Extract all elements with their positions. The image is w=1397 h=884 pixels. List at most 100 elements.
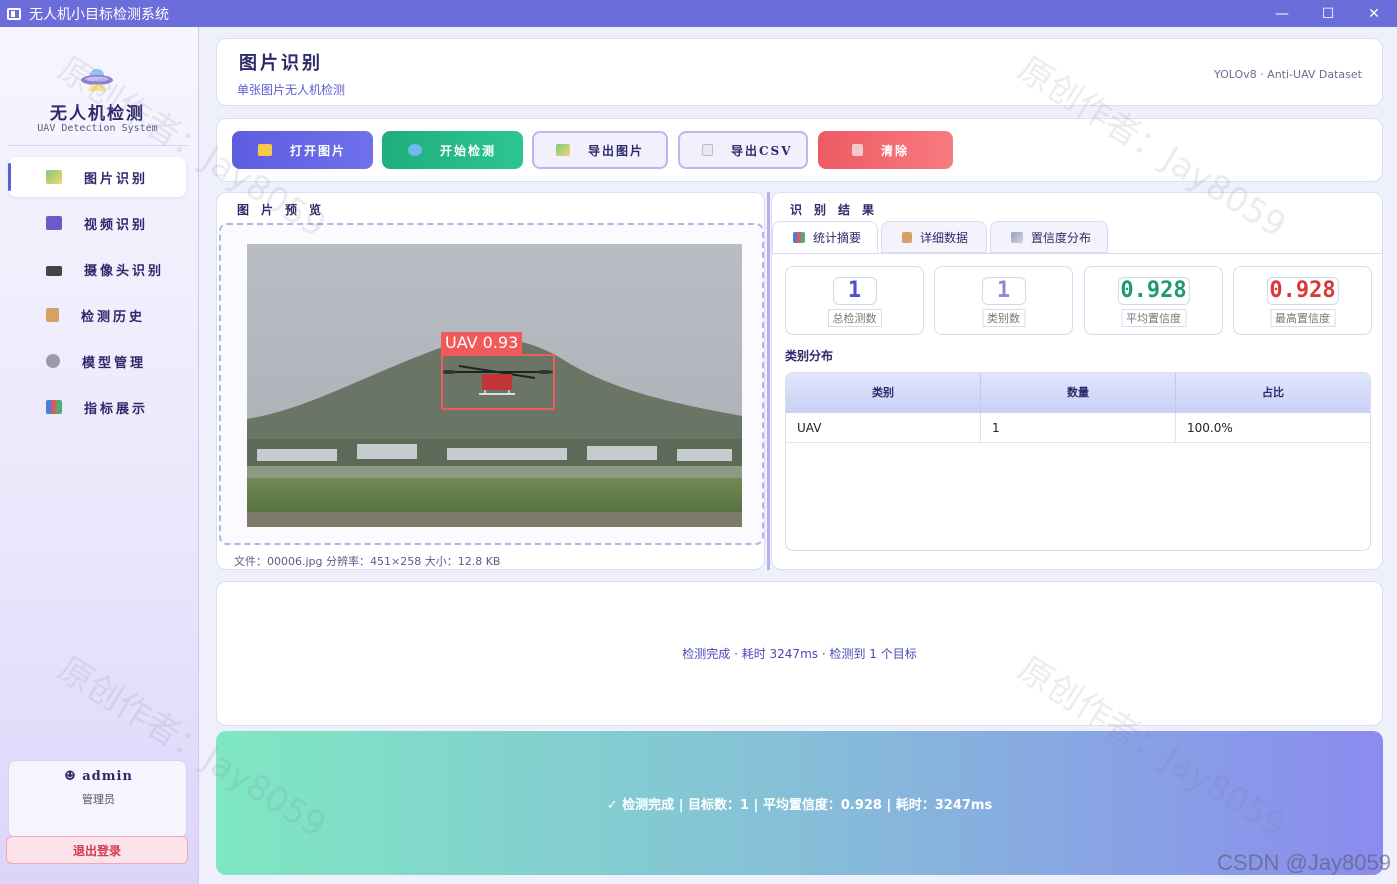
document-icon xyxy=(702,144,713,156)
logout-button[interactable]: 退出登录 xyxy=(6,836,188,864)
tab-summary[interactable]: 统计摘要 xyxy=(772,221,878,253)
stat-value: 1 xyxy=(981,277,1026,305)
magnifier-icon xyxy=(408,144,422,156)
close-button[interactable]: ✕ xyxy=(1351,0,1397,27)
ufo-icon xyxy=(81,69,113,91)
column-header-ratio[interactable]: 占比 xyxy=(1176,373,1370,413)
sidebar-item-label: 检测历史 xyxy=(81,309,146,325)
bar-chart-icon xyxy=(793,231,805,243)
folder-icon xyxy=(258,144,272,156)
window-title: 无人机小目标检测系统 xyxy=(29,6,169,23)
tab-label: 详细数据 xyxy=(920,230,969,245)
app-icon xyxy=(7,7,21,20)
tab-confidence-distribution[interactable]: 置信度分布 xyxy=(990,221,1108,253)
sidebar-item-video-recognition[interactable]: 视频识别 xyxy=(8,203,186,243)
sidebar-item-metrics[interactable]: 指标展示 xyxy=(8,387,186,427)
stat-label: 最高置信度 xyxy=(1270,309,1335,327)
sidebar-item-label: 摄像头识别 xyxy=(84,263,165,279)
title-bar: 无人机小目标检测系统 — ☐ ✕ xyxy=(0,0,1397,27)
sidebar-item-detection-history[interactable]: 检测历史 xyxy=(8,295,186,335)
trash-icon xyxy=(852,144,863,156)
page-header: 图片识别 单张图片无人机检测 YOLOv8 · Anti-UAV Dataset xyxy=(216,38,1383,106)
tab-divider xyxy=(772,253,1382,254)
image-preview-panel: 图片预览 UAV 0.93 文件：00006.jpg 分辨率：451×258 大… xyxy=(216,192,765,570)
export-image-button[interactable]: 导出图片 xyxy=(532,131,668,169)
class-distribution-table: 类别 数量 占比 UAV 1 100.0% xyxy=(785,372,1371,551)
toolbar: 打开图片 开始检测 导出图片 导出CSV 清除 xyxy=(216,118,1383,182)
log-panel: 检测完成 · 耗时 3247ms · 检测到 1 个目标 xyxy=(216,581,1383,726)
tab-details[interactable]: 详细数据 xyxy=(881,221,987,253)
sidebar-item-label: 指标展示 xyxy=(84,401,149,417)
sidebar-item-label: 图片识别 xyxy=(84,171,149,187)
stat-label: 类别数 xyxy=(982,309,1025,327)
start-detection-label: 开始检测 xyxy=(440,143,497,158)
table-header: 类别 数量 占比 xyxy=(786,373,1370,413)
user-name: admin xyxy=(82,769,133,784)
nav-divider xyxy=(8,145,188,146)
stat-total-detections: 1 总检测数 xyxy=(785,266,924,335)
page-title: 图片识别 xyxy=(239,53,323,74)
sidebar-item-label: 视频识别 xyxy=(84,217,149,233)
start-detection-button[interactable]: 开始检测 xyxy=(382,131,523,169)
minimize-button[interactable]: — xyxy=(1259,0,1305,27)
column-header-class[interactable]: 类别 xyxy=(786,373,981,413)
log-message: 检测完成 · 耗时 3247ms · 检测到 1 个目标 xyxy=(682,647,917,661)
sidebar: 无人机检测 UAV Detection System 图片识别 视频识别 摄像头… xyxy=(0,27,199,884)
camera-icon xyxy=(46,266,62,276)
model-dataset-label: YOLOv8 · Anti-UAV Dataset xyxy=(1214,68,1362,81)
csdn-watermark: CSDN @Jay8059 xyxy=(1217,850,1391,875)
class-distribution-title: 类别分布 xyxy=(785,349,834,363)
sidebar-item-model-management[interactable]: 模型管理 xyxy=(8,341,186,381)
image-icon xyxy=(46,170,62,184)
user-card: ☻ admin 管理员 xyxy=(8,760,187,838)
image-drop-zone[interactable]: UAV 0.93 xyxy=(219,223,764,545)
detection-bounding-box xyxy=(441,354,555,410)
stat-value: 0.928 xyxy=(1117,277,1190,305)
table-cell: UAV xyxy=(786,413,981,442)
user-role: 管理员 xyxy=(82,793,115,806)
column-header-count[interactable]: 数量 xyxy=(981,373,1176,413)
maximize-button[interactable]: ☐ xyxy=(1305,0,1351,27)
preview-title: 图片预览 xyxy=(237,203,334,217)
stat-max-confidence: 0.928 最高置信度 xyxy=(1233,266,1372,335)
stat-label: 平均置信度 xyxy=(1121,309,1186,327)
stat-label: 总检测数 xyxy=(827,309,882,327)
export-csv-button[interactable]: 导出CSV xyxy=(678,131,808,169)
gear-icon xyxy=(46,354,60,368)
video-icon xyxy=(46,216,62,230)
tab-label: 置信度分布 xyxy=(1031,230,1092,245)
tab-label: 统计摘要 xyxy=(813,230,862,245)
panel-splitter[interactable] xyxy=(767,192,770,570)
clipboard-icon xyxy=(902,231,912,243)
open-image-button[interactable]: 打开图片 xyxy=(232,131,373,169)
file-info: 文件：00006.jpg 分辨率：451×258 大小：12.8 KB xyxy=(234,555,501,568)
clear-label: 清除 xyxy=(881,143,910,158)
sidebar-item-image-recognition[interactable]: 图片识别 xyxy=(8,157,186,197)
table-cell: 100.0% xyxy=(1187,421,1233,435)
results-panel: 识别结果 统计摘要 详细数据 置信度分布 1 总检测数 1 类别数 0.928 … xyxy=(771,192,1383,570)
user-name-row: ☻ admin xyxy=(9,769,188,784)
sidebar-item-camera-recognition[interactable]: 摄像头识别 xyxy=(8,249,186,289)
page-subtitle: 单张图片无人机检测 xyxy=(237,83,346,97)
stat-value: 1 xyxy=(832,277,877,305)
bar-chart-icon xyxy=(46,400,62,414)
clipboard-icon xyxy=(46,308,59,322)
logo-subtitle: UAV Detection System xyxy=(37,123,158,134)
status-message: ✓ 检测完成 | 目标数：1 | 平均置信度：0.928 | 耗时：3247ms xyxy=(606,797,993,813)
stat-value: 0.928 xyxy=(1266,277,1339,305)
table-cell: 1 xyxy=(981,413,1176,442)
export-csv-label: 导出CSV xyxy=(731,143,793,158)
open-image-label: 打开图片 xyxy=(290,143,347,158)
table-row[interactable]: UAV 1 100.0% xyxy=(786,413,1370,443)
status-bar: ✓ 检测完成 | 目标数：1 | 平均置信度：0.928 | 耗时：3247ms xyxy=(216,731,1383,875)
image-icon xyxy=(556,144,570,156)
export-image-label: 导出图片 xyxy=(588,143,645,158)
logo-title: 无人机检测 xyxy=(50,104,145,124)
clear-button[interactable]: 清除 xyxy=(818,131,953,169)
sidebar-item-label: 模型管理 xyxy=(82,355,147,371)
results-title: 识别结果 xyxy=(790,203,887,217)
line-chart-icon xyxy=(1011,231,1023,243)
detection-label: UAV 0.93 xyxy=(441,332,523,354)
stat-average-confidence: 0.928 平均置信度 xyxy=(1084,266,1223,335)
stat-class-count: 1 类别数 xyxy=(934,266,1073,335)
